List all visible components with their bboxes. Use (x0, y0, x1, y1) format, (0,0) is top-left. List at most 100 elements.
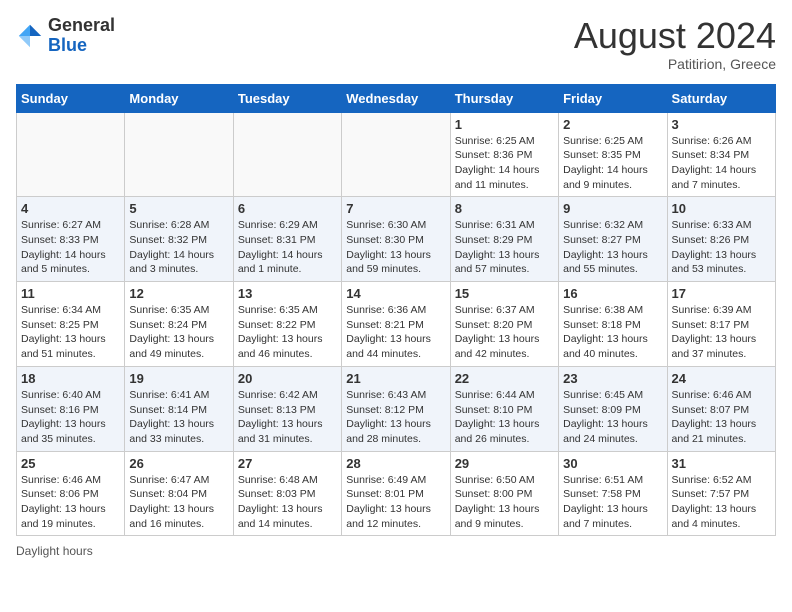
calendar-cell: 19Sunrise: 6:41 AM Sunset: 8:14 PM Dayli… (125, 366, 233, 451)
day-info: Sunrise: 6:26 AM Sunset: 8:34 PM Dayligh… (672, 134, 771, 193)
day-info: Sunrise: 6:40 AM Sunset: 8:16 PM Dayligh… (21, 388, 120, 447)
calendar-cell: 14Sunrise: 6:36 AM Sunset: 8:21 PM Dayli… (342, 282, 450, 367)
calendar-cell: 12Sunrise: 6:35 AM Sunset: 8:24 PM Dayli… (125, 282, 233, 367)
day-number: 5 (129, 201, 228, 216)
calendar-day-header: Saturday (667, 84, 775, 112)
day-number: 25 (21, 456, 120, 471)
calendar-week-row: 11 Sunrise: 6:34 AM Sunset: 8:25 PM Dayli… (17, 282, 776, 367)
day-info: Sunrise: 6:25 AM Sunset: 8:35 PM Dayligh… (563, 134, 662, 193)
day-info: Sunrise: 6:52 AM Sunset: 7:57 PM Dayligh… (672, 473, 771, 532)
day-info: Sunrise: 6:35 AM Sunset: 8:22 PM Dayligh… (238, 303, 337, 362)
calendar-cell (17, 112, 125, 197)
day-number: 13 (238, 286, 337, 301)
calendar-table: SundayMondayTuesdayWednesdayThursdayFrid… (16, 84, 776, 537)
day-info: Sunrise: 6:27 AM Sunset: 8:33 PM Dayligh… (21, 218, 120, 277)
day-number: 11 (21, 286, 120, 301)
day-number: 30 (563, 456, 662, 471)
day-info: Sunrise: 6:35 AM Sunset: 8:24 PM Dayligh… (129, 303, 228, 362)
day-info: Sunrise: 6:46 AM Sunset: 8:07 PM Dayligh… (672, 388, 771, 447)
calendar-cell: 2 Sunrise: 6:25 AM Sunset: 8:35 PM Daylig… (559, 112, 667, 197)
calendar-cell: 6Sunrise: 6:29 AM Sunset: 8:31 PM Daylig… (233, 197, 341, 282)
calendar-day-header: Wednesday (342, 84, 450, 112)
calendar-cell: 7 Sunrise: 6:30 AM Sunset: 8:30 PM Daylig… (342, 197, 450, 282)
calendar-week-row: 1 Sunrise: 6:25 AM Sunset: 8:36 PM Daylig… (17, 112, 776, 197)
day-info: Sunrise: 6:51 AM Sunset: 7:58 PM Dayligh… (563, 473, 662, 532)
calendar-header-row: SundayMondayTuesdayWednesdayThursdayFrid… (17, 84, 776, 112)
day-number: 24 (672, 371, 771, 386)
calendar-cell: 1 Sunrise: 6:25 AM Sunset: 8:36 PM Daylig… (450, 112, 558, 197)
day-number: 2 (563, 117, 662, 132)
day-info: Sunrise: 6:39 AM Sunset: 8:17 PM Dayligh… (672, 303, 771, 362)
calendar-cell: 17 Sunrise: 6:39 AM Sunset: 8:17 PM Dayli… (667, 282, 775, 367)
day-info: Sunrise: 6:33 AM Sunset: 8:26 PM Dayligh… (672, 218, 771, 277)
calendar-cell: 24 Sunrise: 6:46 AM Sunset: 8:07 PM Dayli… (667, 366, 775, 451)
day-info: Sunrise: 6:48 AM Sunset: 8:03 PM Dayligh… (238, 473, 337, 532)
logo-text: General Blue (48, 16, 115, 56)
calendar-cell: 16 Sunrise: 6:38 AM Sunset: 8:18 PM Dayli… (559, 282, 667, 367)
day-info: Sunrise: 6:44 AM Sunset: 8:10 PM Dayligh… (455, 388, 554, 447)
logo: General Blue (16, 16, 115, 56)
day-number: 17 (672, 286, 771, 301)
day-info: Sunrise: 6:37 AM Sunset: 8:20 PM Dayligh… (455, 303, 554, 362)
day-number: 28 (346, 456, 445, 471)
calendar-cell (342, 112, 450, 197)
calendar-cell (125, 112, 233, 197)
day-number: 3 (672, 117, 771, 132)
day-info: Sunrise: 6:32 AM Sunset: 8:27 PM Dayligh… (563, 218, 662, 277)
calendar-day-header: Thursday (450, 84, 558, 112)
calendar-week-row: 18 Sunrise: 6:40 AM Sunset: 8:16 PM Dayli… (17, 366, 776, 451)
day-info: Sunrise: 6:50 AM Sunset: 8:00 PM Dayligh… (455, 473, 554, 532)
day-number: 1 (455, 117, 554, 132)
logo-icon (16, 22, 44, 50)
calendar-cell: 26 Sunrise: 6:47 AM Sunset: 8:04 PM Dayli… (125, 451, 233, 536)
day-info: Sunrise: 6:28 AM Sunset: 8:32 PM Dayligh… (129, 218, 228, 277)
logo-blue: Blue (48, 35, 87, 55)
day-info: Sunrise: 6:41 AM Sunset: 8:14 PM Dayligh… (129, 388, 228, 447)
calendar-week-row: 4 Sunrise: 6:27 AM Sunset: 8:33 PM Daylig… (17, 197, 776, 282)
calendar-day-header: Tuesday (233, 84, 341, 112)
calendar-cell: 13 Sunrise: 6:35 AM Sunset: 8:22 PM Dayli… (233, 282, 341, 367)
day-number: 15 (455, 286, 554, 301)
calendar-day-header: Monday (125, 84, 233, 112)
calendar-cell: 30 Sunrise: 6:51 AM Sunset: 7:58 PM Dayli… (559, 451, 667, 536)
day-number: 21 (346, 371, 445, 386)
day-number: 20 (238, 371, 337, 386)
calendar-cell: 8Sunrise: 6:31 AM Sunset: 8:29 PM Daylig… (450, 197, 558, 282)
calendar-cell: 22 Sunrise: 6:44 AM Sunset: 8:10 PM Dayli… (450, 366, 558, 451)
calendar-cell: 18 Sunrise: 6:40 AM Sunset: 8:16 PM Dayli… (17, 366, 125, 451)
day-number: 16 (563, 286, 662, 301)
day-info: Sunrise: 6:34 AM Sunset: 8:25 PM Dayligh… (21, 303, 120, 362)
calendar-cell: 20 Sunrise: 6:42 AM Sunset: 8:13 PM Dayli… (233, 366, 341, 451)
day-info: Sunrise: 6:42 AM Sunset: 8:13 PM Dayligh… (238, 388, 337, 447)
calendar-cell: 25 Sunrise: 6:46 AM Sunset: 8:06 PM Dayli… (17, 451, 125, 536)
day-info: Sunrise: 6:46 AM Sunset: 8:06 PM Dayligh… (21, 473, 120, 532)
day-number: 31 (672, 456, 771, 471)
calendar-cell: 9Sunrise: 6:32 AM Sunset: 8:27 PM Daylig… (559, 197, 667, 282)
calendar-cell: 27 Sunrise: 6:48 AM Sunset: 8:03 PM Dayli… (233, 451, 341, 536)
calendar-cell: 29Sunrise: 6:50 AM Sunset: 8:00 PM Dayli… (450, 451, 558, 536)
title-block: August 2024 Patitirion, Greece (574, 16, 776, 72)
footer: Daylight hours (16, 544, 776, 558)
calendar-cell (233, 112, 341, 197)
day-number: 18 (21, 371, 120, 386)
day-info: Sunrise: 6:25 AM Sunset: 8:36 PM Dayligh… (455, 134, 554, 193)
calendar-cell: 5 Sunrise: 6:28 AM Sunset: 8:32 PM Daylig… (125, 197, 233, 282)
calendar-cell: 10Sunrise: 6:33 AM Sunset: 8:26 PM Dayli… (667, 197, 775, 282)
day-info: Sunrise: 6:38 AM Sunset: 8:18 PM Dayligh… (563, 303, 662, 362)
location: Patitirion, Greece (574, 56, 776, 72)
day-info: Sunrise: 6:49 AM Sunset: 8:01 PM Dayligh… (346, 473, 445, 532)
calendar-cell: 23Sunrise: 6:45 AM Sunset: 8:09 PM Dayli… (559, 366, 667, 451)
day-number: 7 (346, 201, 445, 216)
day-number: 22 (455, 371, 554, 386)
month-year: August 2024 (574, 16, 776, 56)
day-info: Sunrise: 6:47 AM Sunset: 8:04 PM Dayligh… (129, 473, 228, 532)
day-number: 4 (21, 201, 120, 216)
day-number: 27 (238, 456, 337, 471)
calendar-cell: 28 Sunrise: 6:49 AM Sunset: 8:01 PM Dayli… (342, 451, 450, 536)
day-info: Sunrise: 6:30 AM Sunset: 8:30 PM Dayligh… (346, 218, 445, 277)
calendar-cell: 31 Sunrise: 6:52 AM Sunset: 7:57 PM Dayli… (667, 451, 775, 536)
day-number: 26 (129, 456, 228, 471)
calendar-day-header: Friday (559, 84, 667, 112)
day-number: 23 (563, 371, 662, 386)
calendar-day-header: Sunday (17, 84, 125, 112)
